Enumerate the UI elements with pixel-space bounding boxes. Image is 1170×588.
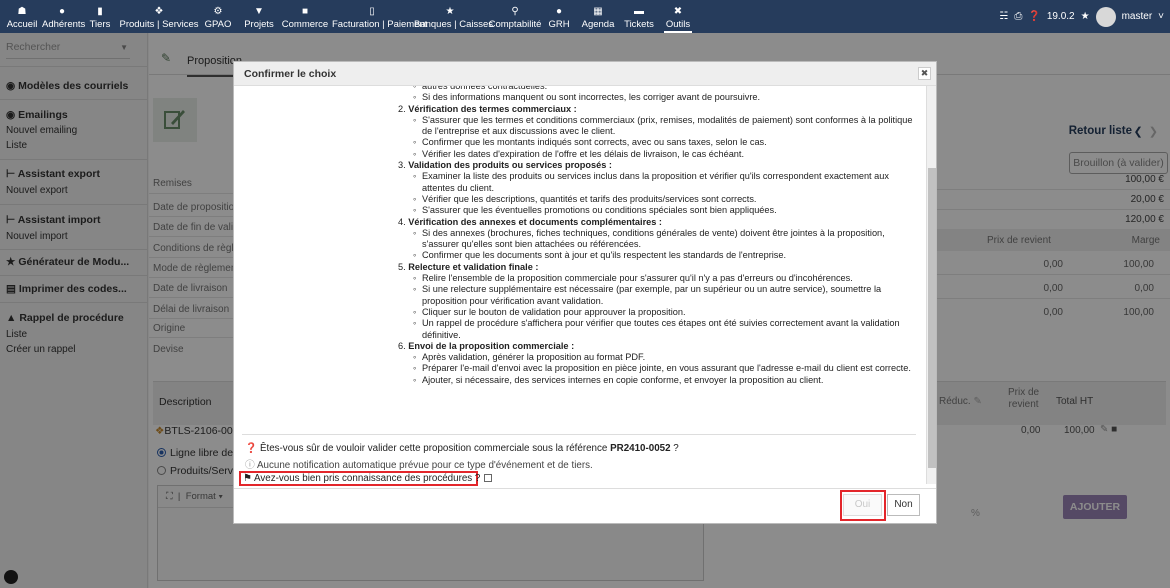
search-dollar-icon: ⚲ [511, 6, 519, 17]
procedure-bullet: Après validation, générer la proposition… [413, 352, 918, 364]
procedure-bullet: S'assurer que les termes et conditions c… [413, 115, 918, 138]
confirm-dialog: Confirmer le choix ✖ autres données cont… [233, 61, 937, 524]
nav-commerce[interactable]: ■ Commerce [280, 0, 330, 33]
nav-projets[interactable]: ▼ Projets [241, 0, 277, 33]
cube-icon: ❖ [154, 6, 164, 17]
sitemap-icon[interactable]: ☵ [999, 11, 1008, 22]
dialog-title: Confirmer le choix [234, 62, 936, 86]
file-icon: ▯ [369, 6, 375, 17]
procedure-bullet: Vérifier que les descriptions, quantités… [413, 194, 918, 206]
home-icon: ☗ [17, 6, 27, 17]
procedure-check-label: ⚑ Avez-vous bien pris connaissance des p… [243, 473, 493, 484]
printer-icon[interactable]: ⎙ [1014, 11, 1022, 22]
nav-adherents[interactable]: ● Adhérents [42, 0, 85, 33]
bookmark-star-icon[interactable]: ★ [1081, 11, 1090, 22]
version-label: 19.0.2 [1046, 11, 1075, 22]
oui-button[interactable]: Oui [843, 494, 882, 516]
user-tie-icon: ● [555, 6, 563, 17]
nav-banques[interactable]: ★ Banques | Caisses [414, 0, 493, 33]
chevron-down-icon[interactable]: ˅ [1158, 11, 1164, 22]
top-navbar: ☗ Accueil ● Adhérents ▮ Tiers ❖ Produits | S… [0, 0, 1170, 33]
divider [242, 434, 916, 435]
suitcase-icon: ■ [301, 6, 309, 17]
non-button[interactable]: Non [887, 494, 920, 516]
nav-outils[interactable]: ✖ Outils [664, 0, 692, 33]
nav-tiers[interactable]: ▮ Tiers [86, 0, 114, 33]
nav-agenda[interactable]: ▦ Agenda [580, 0, 616, 33]
calendar-icon: ▦ [593, 6, 603, 17]
procedure-step-heading: 6. Envoi de la proposition commerciale : [398, 340, 575, 351]
confirm-question: ❓ Êtes-vous sûr de vouloir valider cette… [245, 443, 679, 454]
dialog-body: autres données contractuelles.Si des inf… [234, 86, 926, 492]
nav-comptabilite[interactable]: ⚲ Comptabilité [488, 0, 542, 33]
dialog-scrollbar[interactable] [926, 86, 936, 484]
ticket-icon: ▬ [634, 6, 644, 17]
procedure-bullet: Si des informations manquent ou sont inc… [413, 92, 918, 104]
nav-tickets[interactable]: ▬ Tickets [622, 0, 656, 33]
procedure-bullet: Relire l'ensemble de la proposition comm… [413, 273, 918, 285]
procedure-check-highlight: ⚑ Avez-vous bien pris connaissance des p… [239, 471, 493, 486]
navbar-right: ☵ ⎙ ❓ 19.0.2 ★ master ˅ [999, 0, 1164, 33]
avatar[interactable] [1095, 6, 1116, 27]
user-icon: ● [58, 6, 66, 17]
nav-gpao[interactable]: ⚙ GPAO [202, 0, 234, 33]
procedure-bullet: Confirmer que les documents sont à jour … [413, 250, 918, 262]
dialog-footer [234, 488, 936, 523]
bank-icon: ★ [445, 6, 455, 17]
procedure-bullet: Vérifier les dates d'expiration de l'off… [413, 149, 918, 161]
sitemap-icon: ▼ [254, 6, 264, 17]
procedure-bullet: Un rappel de procédure s'affichera pour … [413, 318, 918, 341]
question-icon: ❓ [245, 443, 258, 454]
cogs-icon: ⚙ [213, 6, 223, 17]
procedure-bullet: Examiner la liste des produits ou servic… [413, 171, 918, 194]
procedure-text: autres données contractuelles.Si des inf… [234, 86, 926, 386]
help-icon[interactable]: ❓ [1028, 11, 1040, 22]
user-name[interactable]: master [1122, 11, 1153, 22]
procedure-bullet: S'assurer que les éventuelles promotions… [413, 205, 918, 217]
procedure-bullet: Ajouter, si nécessaire, des services int… [413, 375, 918, 387]
procedure-bullet: Si une relecture supplémentaire est néce… [413, 284, 918, 307]
procedure-step-heading: 5. Relecture et validation finale : [398, 261, 539, 272]
close-icon[interactable]: ✖ [918, 67, 931, 80]
procedure-bullet: Confirmer que les montants indiqués sont… [413, 137, 918, 149]
procedure-step-heading: 4. Vérification des annexes et documents… [398, 216, 662, 227]
procedure-checkbox[interactable] [484, 474, 493, 482]
nav-grh[interactable]: ● GRH [546, 0, 572, 33]
nav-facturation[interactable]: ▯ Facturation | Paiement [332, 0, 427, 33]
procedure-bullet: Cliquer sur le bouton de validation pour… [413, 307, 918, 319]
tools-icon: ✖ [673, 6, 683, 17]
nav-accueil[interactable]: ☗ Accueil [4, 0, 40, 33]
flag-icon: ⚑ [243, 473, 252, 484]
scrollbar-thumb[interactable] [928, 168, 936, 468]
procedure-bullet: Si des annexes (brochures, fiches techni… [413, 228, 918, 251]
procedure-bullet: Préparer l'e-mail d'envoi avec la propos… [413, 363, 918, 375]
info-icon: ⓘ [245, 460, 255, 471]
building-icon: ▮ [97, 6, 103, 17]
notification-note: ⓘ Aucune notification automatique prévue… [245, 460, 593, 471]
procedure-step-heading: 2. Vérification des termes commerciaux : [398, 103, 577, 114]
procedure-step-heading: 3. Validation des produits ou services p… [398, 160, 612, 171]
nav-produits[interactable]: ❖ Produits | Services [119, 0, 199, 33]
